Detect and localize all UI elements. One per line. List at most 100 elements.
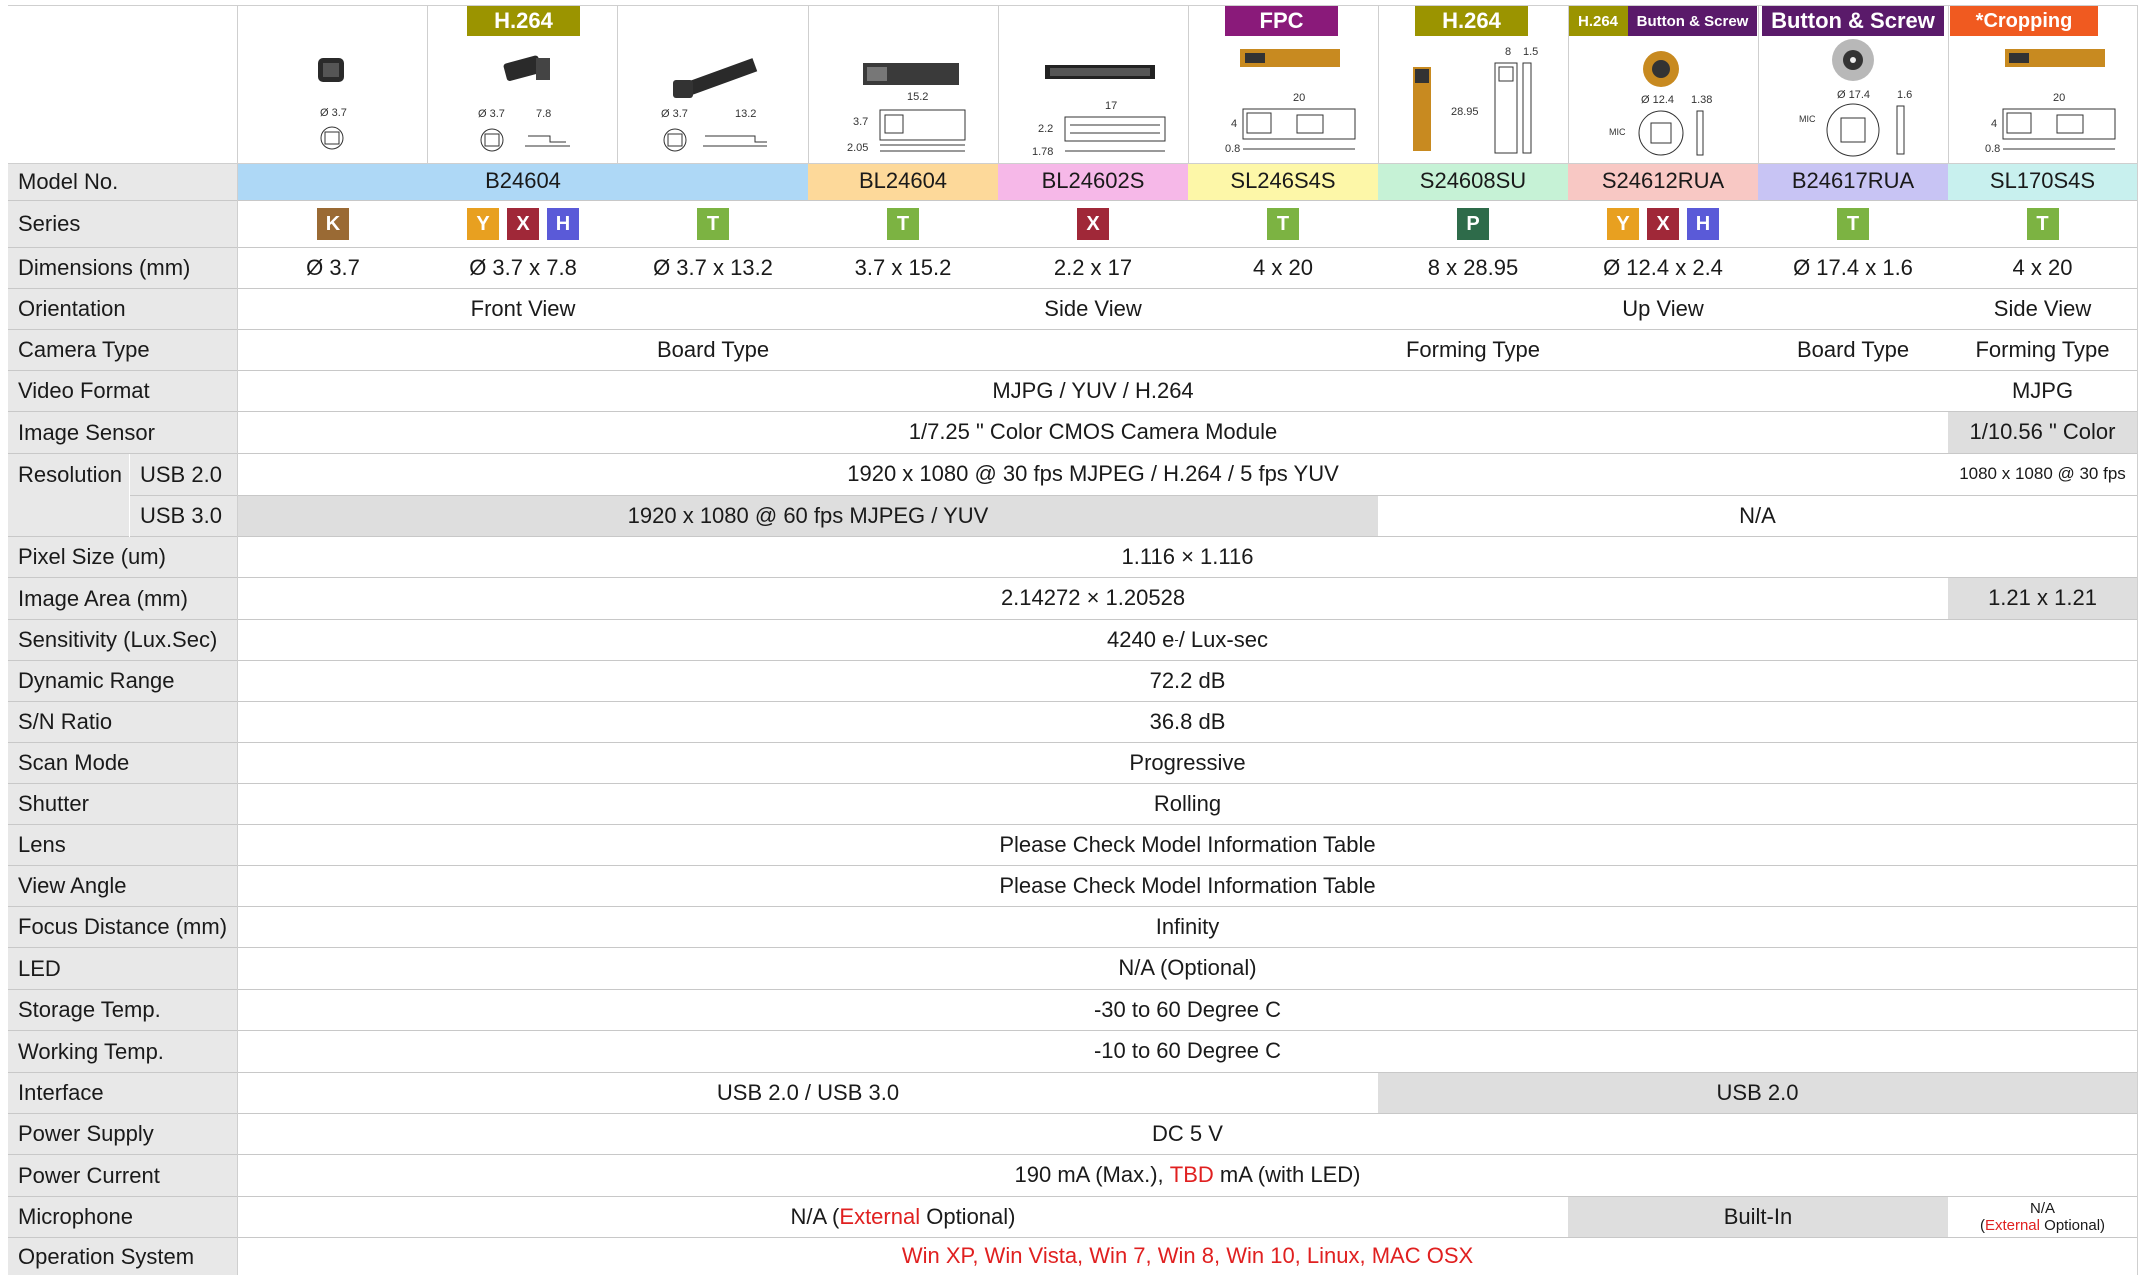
dimension-value: 4 x 20	[1948, 248, 2137, 289]
spec-table: H.264 FPC H.264 H.264 Button & Screw But…	[0, 0, 2145, 1275]
interface-value: USB 2.0 / USB 3.0	[238, 1073, 1378, 1114]
series-badge-k: K	[317, 208, 349, 240]
dimension-value: 8 x 28.95	[1378, 248, 1568, 289]
storage-temp-value: -30 to 60 Degree C	[238, 990, 2137, 1031]
series-cell: T	[808, 201, 998, 248]
dimension-value: Ø 3.7 x 13.2	[618, 248, 808, 289]
microphone-value-3: N/A (External Optional)	[1948, 1197, 2137, 1238]
tag-h264-small: H.264	[1568, 6, 1628, 36]
power-current-tbd: TBD	[1169, 1162, 1214, 1188]
svg-text:1.38: 1.38	[1691, 94, 1712, 106]
series-cell: YXH	[1568, 201, 1758, 248]
row-label-dynamic-range: Dynamic Range	[8, 661, 237, 702]
tag-fpc: FPC	[1225, 6, 1338, 36]
module-drawing-3: Ø 3.7 13.2	[661, 58, 767, 152]
model-bl24604: BL24604	[808, 163, 998, 201]
resolution-usb2-value: 1920 x 1080 @ 30 fps MJPEG / H.264 / 5 f…	[238, 454, 1948, 496]
svg-text:15.2: 15.2	[907, 91, 928, 103]
row-label-video-format: Video Format	[8, 371, 237, 412]
svg-text:2.2: 2.2	[1038, 123, 1053, 135]
svg-text:20: 20	[1293, 92, 1305, 104]
microphone-na-3: N/A	[2029, 1199, 2055, 1217]
camera-type-forming-2: Forming Type	[1948, 330, 2137, 371]
row-label-orientation: Orientation	[8, 289, 237, 330]
row-label-shutter: Shutter	[8, 784, 237, 825]
module-drawing-2: Ø 3.7 7.8	[478, 55, 570, 152]
row-label-operation-system: Operation System	[8, 1238, 237, 1275]
lens-value: Please Check Model Information Table	[238, 825, 2137, 866]
series-badge-t: T	[887, 208, 919, 240]
dimension-value: Ø 12.4 x 2.4	[1568, 248, 1758, 289]
row-label-power-current: Power Current	[8, 1155, 237, 1197]
svg-text:3.7: 3.7	[853, 116, 868, 128]
video-format-value: MJPG / YUV / H.264	[238, 371, 1948, 412]
module-drawing-9: Ø 17.4 1.6 MIC	[1799, 39, 1912, 157]
tag-button-screw: Button & Screw	[1762, 6, 1944, 36]
model-s24612rua: S24612RUA	[1568, 163, 1758, 201]
svg-text:8: 8	[1505, 46, 1511, 58]
row-label-image-sensor: Image Sensor	[8, 412, 237, 454]
resolution-usb3-label: USB 3.0	[130, 496, 237, 537]
image-sensor-value: 1/7.25 " Color CMOS Camera Module	[238, 412, 1948, 454]
camera-type-board: Board Type	[238, 330, 1188, 371]
svg-text:2.05: 2.05	[847, 142, 868, 154]
series-badge-x: X	[507, 208, 539, 240]
row-label-led: LED	[8, 948, 237, 990]
svg-text:1.5: 1.5	[1523, 46, 1538, 58]
svg-text:Ø 12.4: Ø 12.4	[1641, 94, 1674, 106]
series-badge-t: T	[697, 208, 729, 240]
svg-text:1.6: 1.6	[1897, 89, 1912, 101]
microphone-optional-3: (External Optional)	[1979, 1217, 2106, 1234]
series-badge-t: T	[1267, 208, 1299, 240]
power-current-tail: mA (with LED)	[1213, 1162, 1361, 1188]
series-badge-p: P	[1457, 208, 1489, 240]
svg-text:MIC: MIC	[1609, 127, 1626, 137]
model-bl24602s: BL24602S	[998, 163, 1188, 201]
svg-text:Ø 3.7: Ø 3.7	[661, 108, 688, 120]
dimension-value: Ø 3.7	[238, 248, 428, 289]
module-drawing-10: 20 4 0.8	[1985, 49, 2116, 155]
row-label-image-area: Image Area (mm)	[8, 578, 237, 620]
row-label-pixel-size: Pixel Size (um)	[8, 537, 237, 578]
svg-text:Ø 3.7: Ø 3.7	[478, 108, 505, 120]
shutter-value: Rolling	[238, 784, 2137, 825]
row-label-power-supply: Power Supply	[8, 1114, 237, 1155]
working-temp-value: -10 to 60 Degree C	[238, 1031, 2137, 1073]
dynamic-range-value: 72.2 dB	[238, 661, 2137, 702]
series-badge-t: T	[2026, 208, 2059, 240]
orientation-side-2: Side View	[1948, 289, 2137, 330]
row-label-resolution: Resolution	[8, 454, 129, 537]
video-format-value-2: MJPG	[1948, 371, 2137, 412]
tag-button-screw-small: Button & Screw	[1628, 6, 1757, 36]
model-b24617rua: B24617RUA	[1758, 163, 1948, 201]
microphone-optional: Optional)	[920, 1203, 1016, 1229]
scan-mode-value: Progressive	[238, 743, 2137, 784]
dimension-value: 4 x 20	[1188, 248, 1378, 289]
operation-system-value: Win XP, Win Vista, Win 7, Win 8, Win 10,…	[901, 1243, 1474, 1269]
microphone-value: N/A (External Optional)	[238, 1197, 1568, 1238]
series-cell: K	[238, 201, 428, 248]
row-label-series: Series	[8, 201, 237, 248]
series-cell: X	[998, 201, 1188, 248]
svg-text:MIC: MIC	[1799, 114, 1816, 124]
row-label-lens: Lens	[8, 825, 237, 866]
microphone-na: N/A (	[790, 1203, 840, 1229]
series-cell: YXH	[428, 201, 618, 248]
row-label-interface: Interface	[8, 1073, 237, 1114]
dimension-value: 3.7 x 15.2	[808, 248, 998, 289]
series-cell: T	[1948, 201, 2137, 248]
series-badge-y: Y	[1607, 208, 1639, 240]
series-badge-x: X	[1647, 208, 1679, 240]
series-badge-y: Y	[467, 208, 499, 240]
led-value: N/A (Optional)	[238, 948, 2137, 990]
series-cell: P	[1378, 201, 1568, 248]
pixel-size-value: 1.116 × 1.116	[238, 537, 2137, 578]
svg-text:1.78: 1.78	[1032, 146, 1053, 158]
sensitivity-value: 4240 e- / Lux-sec	[238, 620, 2137, 661]
series-badge-h: H	[547, 208, 579, 240]
svg-text:Ø 17.4: Ø 17.4	[1837, 89, 1870, 101]
sn-ratio-value: 36.8 dB	[238, 702, 2137, 743]
interface-value-2: USB 2.0	[1378, 1073, 2137, 1114]
orientation-front: Front View	[238, 289, 808, 330]
resolution-usb2-label: USB 2.0	[130, 454, 237, 496]
